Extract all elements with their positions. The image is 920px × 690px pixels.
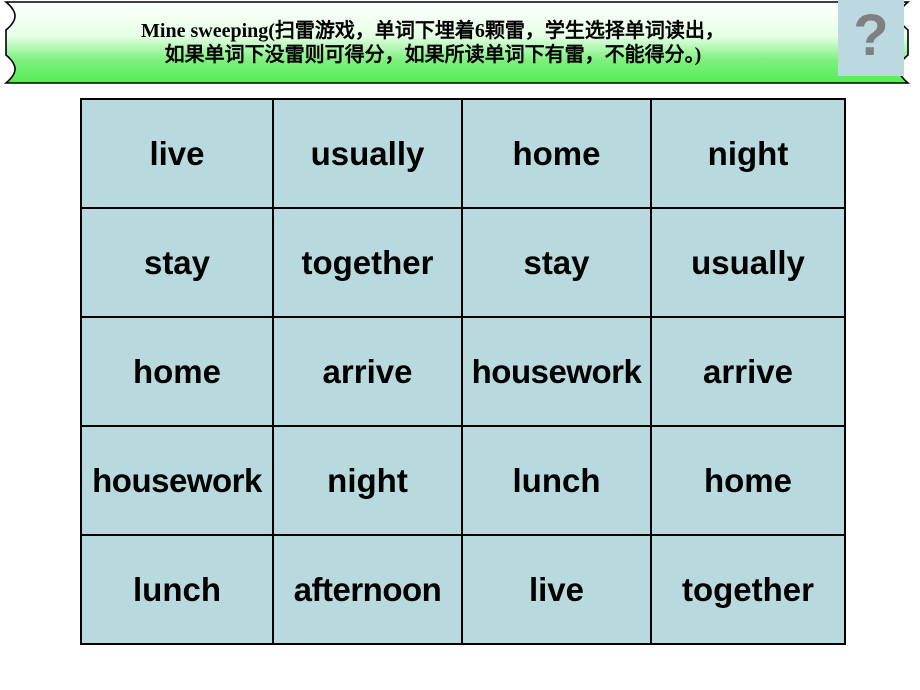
- banner-plaque-shape: [3, 1, 911, 84]
- question-mark-icon: ?: [853, 3, 889, 68]
- word-cell[interactable]: housework: [80, 425, 274, 536]
- word-cell[interactable]: night: [650, 98, 846, 209]
- word-cell[interactable]: arrive: [650, 316, 846, 427]
- word-cell[interactable]: arrive: [272, 316, 463, 427]
- word-cell[interactable]: home: [80, 316, 274, 427]
- word-cell[interactable]: housework: [461, 316, 652, 427]
- table-row: lunch afternoon live together: [80, 534, 846, 645]
- word-cell[interactable]: usually: [650, 207, 846, 318]
- word-cell[interactable]: stay: [461, 207, 652, 318]
- word-cell[interactable]: together: [272, 207, 463, 318]
- table-row: home arrive housework arrive: [80, 316, 846, 427]
- word-cell[interactable]: live: [461, 534, 652, 645]
- word-cell[interactable]: home: [650, 425, 846, 536]
- table-row: live usually home night: [80, 98, 846, 209]
- word-cell[interactable]: lunch: [80, 534, 274, 645]
- banner-area: Mine sweeping(扫雷游戏，单词下埋着6颗雷，学生选择单词读出， 如果…: [0, 0, 920, 86]
- word-cell[interactable]: together: [650, 534, 846, 645]
- word-grid: live usually home night stay together st…: [80, 98, 846, 645]
- word-cell[interactable]: usually: [272, 98, 463, 209]
- word-cell[interactable]: lunch: [461, 425, 652, 536]
- word-cell[interactable]: afternoon: [272, 534, 463, 645]
- table-row: housework night lunch home: [80, 425, 846, 536]
- help-button[interactable]: ?: [838, 0, 904, 76]
- table-row: stay together stay usually: [80, 207, 846, 318]
- word-cell[interactable]: live: [80, 98, 274, 209]
- word-cell[interactable]: stay: [80, 207, 274, 318]
- word-cell[interactable]: night: [272, 425, 463, 536]
- word-cell[interactable]: home: [461, 98, 652, 209]
